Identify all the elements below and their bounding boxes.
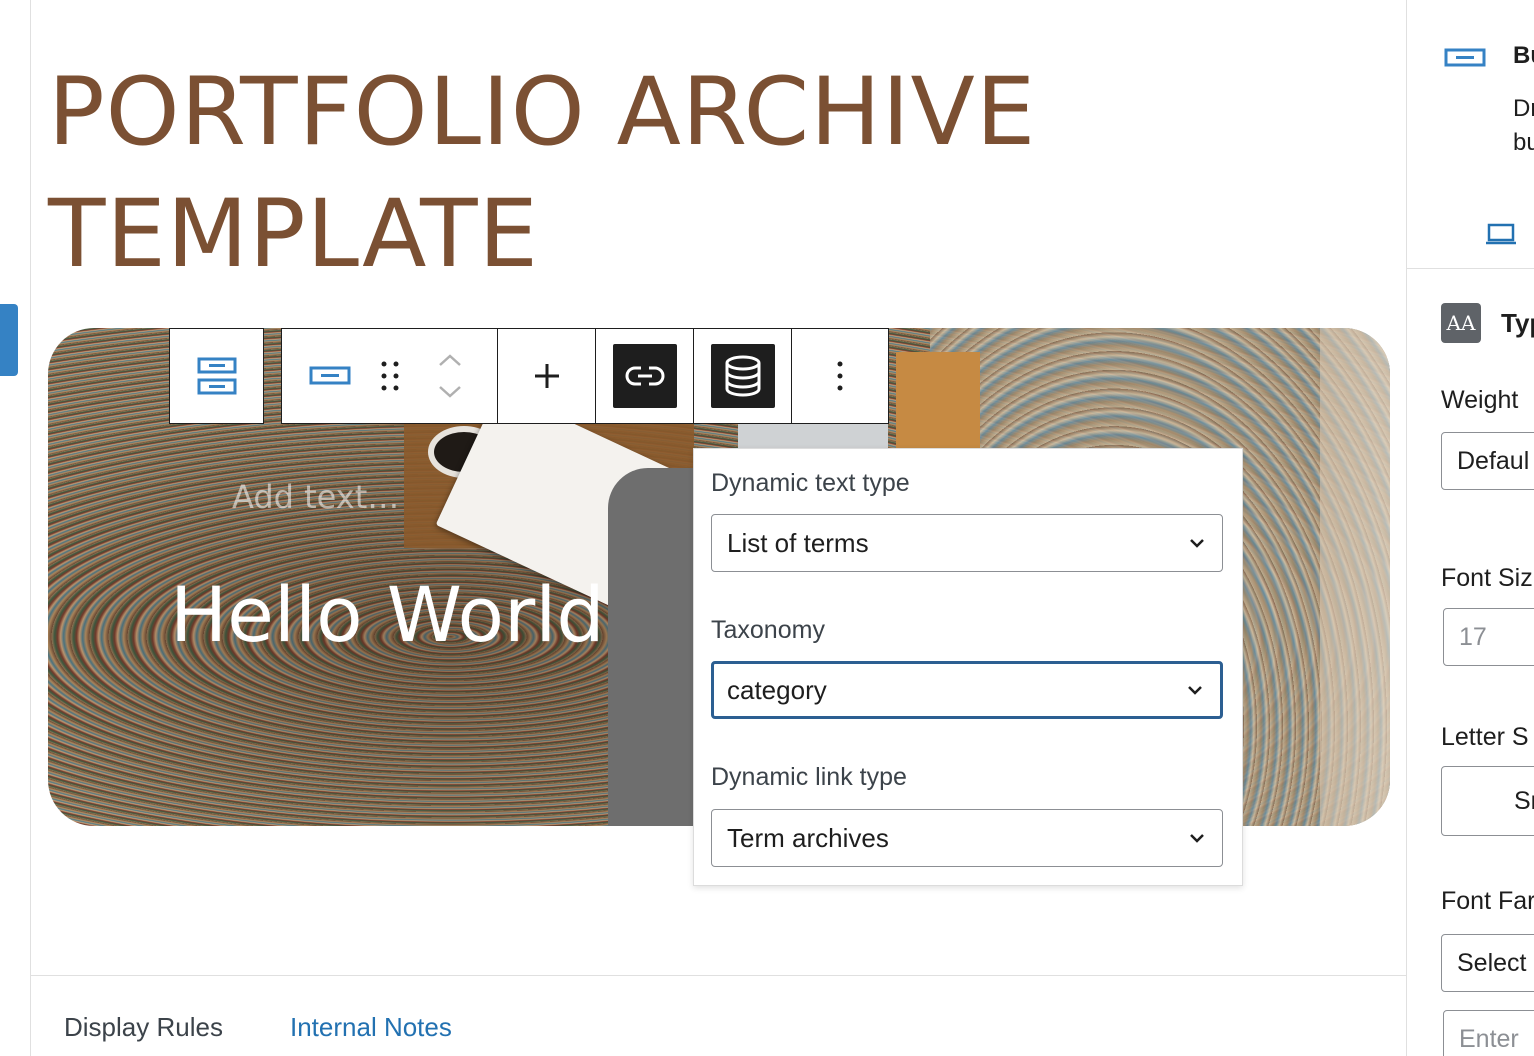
letter-spacing-label: Letter S — [1441, 723, 1529, 751]
more-options-button[interactable] — [808, 344, 872, 408]
toolbar-block-group — [282, 329, 498, 423]
font-family-select[interactable]: Select — [1441, 934, 1534, 992]
chevron-down-icon — [1190, 539, 1204, 548]
cover-image-floor — [1320, 328, 1390, 826]
dynamic-text-type-label: Dynamic text type — [711, 469, 910, 497]
settings-sidebar: Bu Dr bu AA Typ Weight Defaul Font Siz 1… — [1406, 0, 1534, 1056]
add-block-button[interactable] — [515, 344, 579, 408]
drag-handle[interactable] — [365, 344, 415, 408]
bottom-panel-divider — [31, 975, 1406, 976]
hero-heading[interactable]: Hello World — [170, 570, 605, 659]
typography-panel-title[interactable]: Typ — [1501, 308, 1534, 339]
dynamic-link-button[interactable] — [612, 344, 677, 408]
letter-spacing-select[interactable]: Sma — [1441, 766, 1534, 836]
select-parent-button[interactable] — [169, 328, 264, 424]
taxonomy-select[interactable]: category — [711, 661, 1223, 719]
move-buttons[interactable] — [415, 344, 485, 408]
parent-block-icon — [197, 357, 236, 395]
font-family-input[interactable]: Enter — [1443, 1010, 1534, 1056]
toolbar-data-group — [694, 329, 792, 423]
sidebar-separator — [1407, 268, 1534, 269]
page-title-line-1: PORTFOLIO ARCHIVE — [48, 58, 1037, 167]
weight-label: Weight — [1441, 386, 1519, 414]
desktop-icon[interactable] — [1485, 222, 1517, 246]
tab-display-rules[interactable]: Display Rules — [64, 1012, 223, 1043]
chevron-down-icon — [1188, 686, 1202, 695]
block-type-button[interactable] — [295, 344, 365, 408]
left-panel-toggle[interactable] — [0, 304, 18, 376]
block-card-description-line-1: Dr — [1513, 95, 1534, 122]
dynamic-link-type-select[interactable]: Term archives — [711, 809, 1223, 867]
tab-internal-notes[interactable]: Internal Notes — [290, 1012, 452, 1043]
dynamic-text-type-select[interactable]: List of terms — [711, 514, 1223, 572]
dynamic-content-popover: Dynamic text type List of terms Taxonomy… — [693, 448, 1243, 886]
more-options-icon — [837, 361, 843, 391]
weight-select[interactable]: Defaul — [1441, 432, 1534, 490]
toolbar-add-group — [498, 329, 596, 423]
dynamic-link-type-value: Term archives — [727, 822, 889, 853]
dynamic-link-type-label: Dynamic link type — [711, 763, 907, 791]
font-family-label: Font Far — [1441, 887, 1534, 915]
add-text-placeholder[interactable]: Add text… — [232, 478, 399, 516]
toolbar-more-group — [792, 329, 888, 423]
toolbar-link-group — [596, 329, 694, 423]
block-card-description-line-2: bu — [1513, 129, 1534, 156]
database-icon — [725, 355, 760, 397]
typography-icon: AA — [1441, 303, 1481, 343]
dynamic-link-icon — [625, 366, 664, 386]
page-title-line-2: TEMPLATE — [48, 180, 539, 289]
drag-handle-icon — [381, 361, 398, 391]
font-size-label: Font Siz — [1441, 564, 1533, 592]
button-block-icon — [309, 366, 350, 385]
block-toolbar — [281, 328, 889, 424]
chevron-down-icon — [1190, 834, 1204, 843]
taxonomy-value: category — [727, 674, 827, 705]
block-card-description: Dr bu — [1513, 92, 1534, 160]
block-card-title: Bu — [1513, 42, 1534, 69]
dynamic-data-button[interactable] — [710, 344, 775, 408]
canvas-left-border — [30, 0, 31, 1056]
font-size-input[interactable]: 17 — [1443, 608, 1534, 666]
page-title: PORTFOLIO ARCHIVE TEMPLATE — [48, 52, 1248, 296]
move-up-down-icon — [438, 354, 461, 398]
cover-image-box — [896, 352, 980, 448]
plus-icon — [534, 364, 559, 388]
dynamic-text-type-value: List of terms — [727, 527, 869, 558]
button-block-icon — [1444, 48, 1486, 67]
taxonomy-label: Taxonomy — [711, 616, 825, 644]
